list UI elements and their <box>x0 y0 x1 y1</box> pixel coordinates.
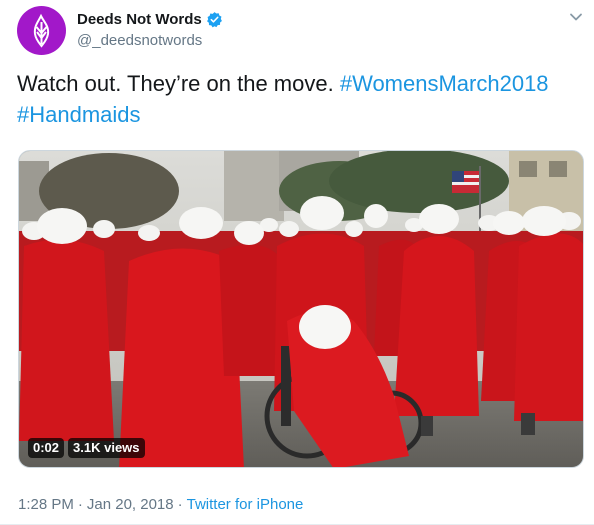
video-player[interactable]: 0:02 3.1K views <box>18 150 584 468</box>
tweet-source-link[interactable]: Twitter for iPhone <box>187 496 304 513</box>
author-handle[interactable]: @_deedsnotwords <box>77 32 202 49</box>
hashtag-link[interactable]: #Handmaids <box>17 102 141 127</box>
video-views-badge: 3.1K views <box>68 438 145 458</box>
hashtag-link[interactable]: #WomensMarch2018 <box>340 71 549 96</box>
meta-separator: · <box>177 496 183 513</box>
tweet-text-body: Watch out. They’re on the move. <box>17 71 334 96</box>
avatar[interactable] <box>17 6 66 55</box>
tweet-time[interactable]: 1:28 PM <box>18 496 74 513</box>
video-badges: 0:02 3.1K views <box>28 438 145 458</box>
video-thumbnail <box>19 151 583 467</box>
author-display-name[interactable]: Deeds Not Words <box>77 11 202 28</box>
flame-logo-icon <box>33 13 50 48</box>
tweet-date[interactable]: Jan 20, 2018 <box>87 496 174 513</box>
video-duration-badge: 0:02 <box>28 438 65 458</box>
tweet-text: Watch out. They’re on the move. #WomensM… <box>17 68 582 130</box>
chevron-down-icon[interactable] <box>569 10 583 24</box>
verified-badge-icon <box>206 12 222 28</box>
tweet-metadata: 1:28 PM · Jan 20, 2018 · Twitter for iPh… <box>18 496 303 513</box>
meta-separator: · <box>77 496 83 513</box>
author-name-row[interactable]: Deeds Not Words <box>77 11 223 28</box>
tweet-card: Deeds Not Words @_deedsnotwords Watch ou… <box>0 0 594 525</box>
